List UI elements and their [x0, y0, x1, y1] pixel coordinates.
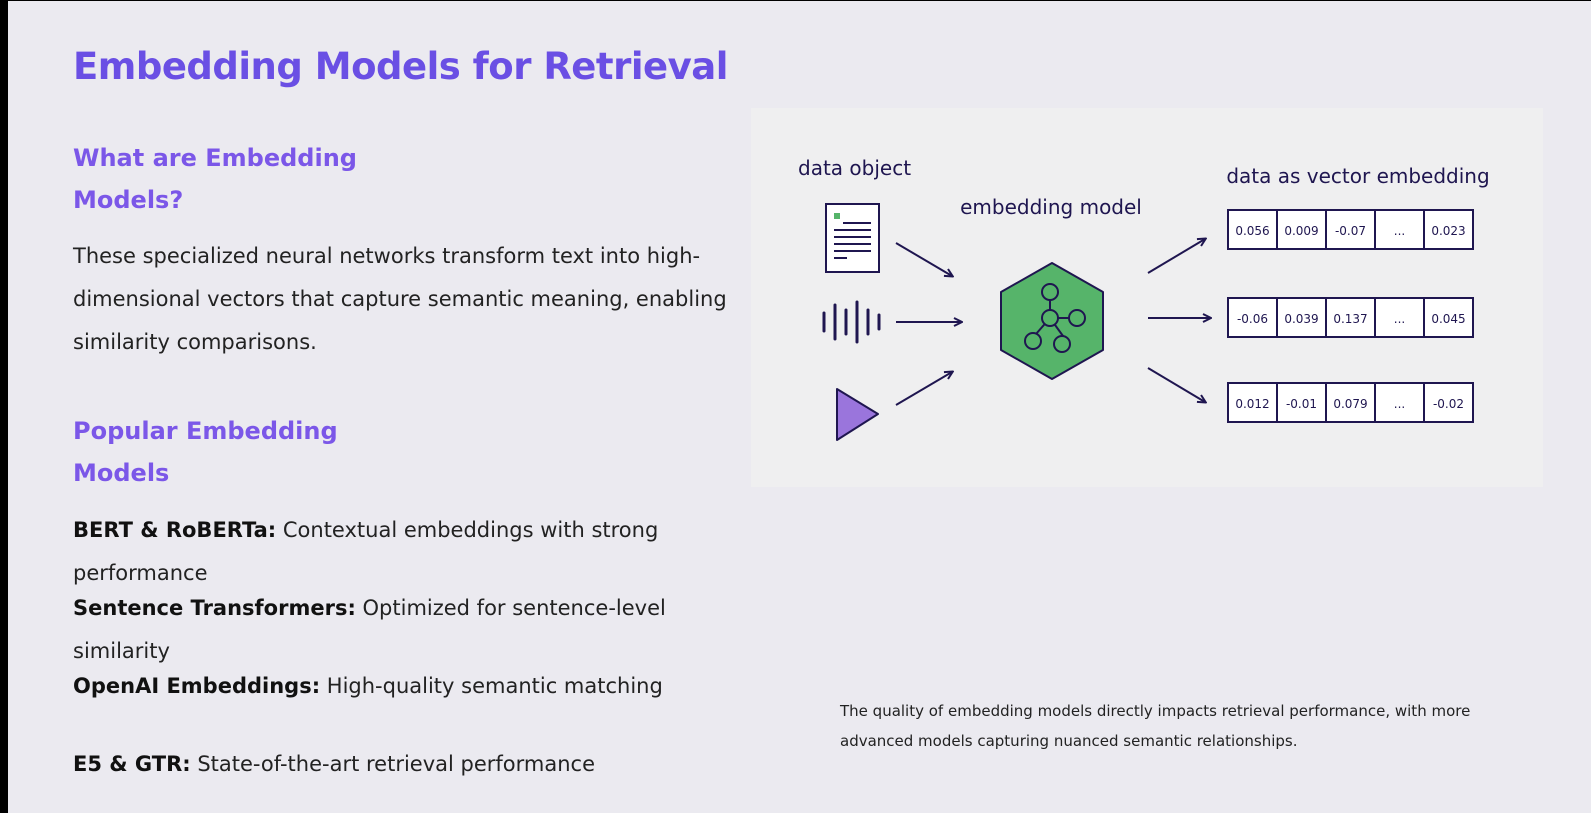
input-arrows — [895, 242, 961, 406]
model-name: OpenAI Embeddings: — [73, 674, 321, 698]
document-icon — [825, 203, 880, 273]
embedding-diagram: data object embedding model data as vect… — [751, 108, 1543, 487]
vector-value: 0.137 — [1333, 312, 1367, 326]
model-name: Sentence Transformers: — [73, 596, 356, 620]
vector-value: 0.056 — [1235, 224, 1269, 238]
vector-row-3: 0.012 -0.01 0.079 ... -0.02 — [1227, 382, 1474, 423]
model-item-bert: BERT & RoBERTa: Contextual embeddings wi… — [73, 509, 733, 595]
model-item-e5-gtr: E5 & GTR: State-of-the-art retrieval per… — [73, 743, 733, 786]
vector-value: 0.045 — [1431, 312, 1465, 326]
vector-value: 0.039 — [1284, 312, 1318, 326]
vector-value: 0.009 — [1284, 224, 1318, 238]
output-arrows — [1147, 239, 1210, 402]
model-name: BERT & RoBERTa: — [73, 518, 277, 542]
vector-value: ... — [1394, 312, 1405, 326]
model-item-openai: OpenAI Embeddings: High-quality semantic… — [73, 665, 733, 708]
embedding-model-label: embedding model — [960, 195, 1142, 219]
caption-text: The quality of embedding models directly… — [840, 702, 1471, 750]
popular-models-heading: Popular Embedding Models — [73, 417, 338, 487]
vector-row-1: 0.056 0.009 -0.07 ... 0.023 — [1227, 209, 1474, 250]
what-are-embedding-heading: What are Embedding Models? — [73, 144, 357, 214]
vector-row-2: -0.06 0.039 0.137 ... 0.045 — [1227, 297, 1474, 338]
model-desc: State-of-the-art retrieval performance — [190, 752, 596, 776]
vector-value: -0.07 — [1335, 224, 1366, 238]
audio-waveform-icon — [822, 300, 881, 344]
vector-value: -0.02 — [1433, 397, 1464, 411]
embedding-model-icon — [1000, 262, 1104, 380]
data-object-label: data object — [798, 156, 911, 180]
vector-value: ... — [1394, 224, 1405, 238]
play-video-icon — [836, 388, 879, 441]
model-name: E5 & GTR: — [73, 752, 191, 776]
vector-value: ... — [1394, 397, 1405, 411]
slide-title: Embedding Models for Retrieval — [73, 45, 728, 88]
vector-value: -0.01 — [1286, 397, 1317, 411]
vector-value: -0.06 — [1237, 312, 1268, 326]
vector-value: 0.079 — [1333, 397, 1367, 411]
vector-embedding-label: data as vector embedding — [1226, 164, 1489, 188]
model-desc: High-quality semantic matching — [320, 674, 663, 698]
vector-value: 0.023 — [1431, 224, 1465, 238]
model-item-sentence-transformers: Sentence Transformers: Optimized for sen… — [73, 587, 733, 673]
vector-value: 0.012 — [1235, 397, 1269, 411]
what-are-embedding-body: These specialized neural networks transf… — [73, 244, 727, 354]
